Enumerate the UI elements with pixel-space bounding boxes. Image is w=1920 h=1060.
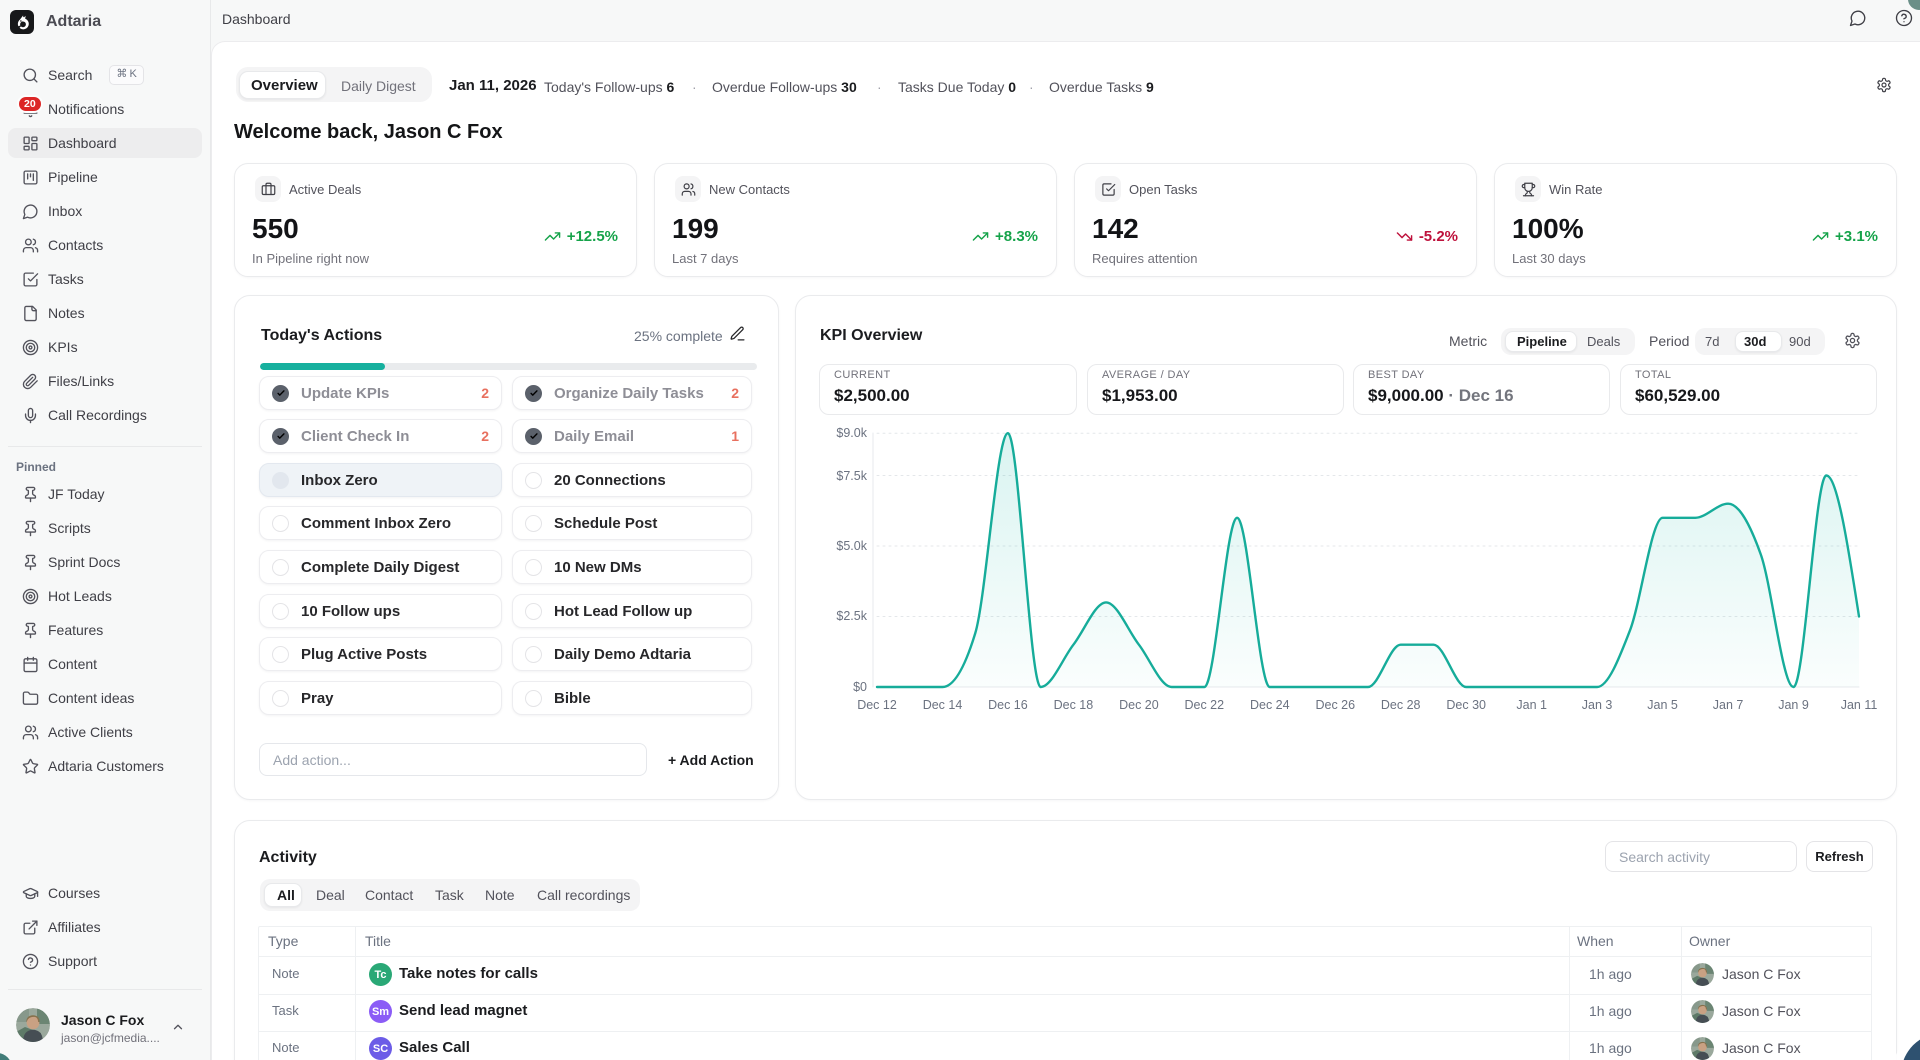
svg-text:Dec 22: Dec 22: [1184, 698, 1224, 712]
svg-text:$2.5k: $2.5k: [836, 609, 867, 623]
svg-text:Dec 24: Dec 24: [1250, 698, 1290, 712]
svg-text:Dec 26: Dec 26: [1315, 698, 1355, 712]
svg-text:Dec 20: Dec 20: [1119, 698, 1159, 712]
svg-text:Jan 11: Jan 11: [1841, 698, 1878, 712]
svg-text:$9.0k: $9.0k: [836, 426, 867, 440]
svg-text:Dec 28: Dec 28: [1381, 698, 1421, 712]
svg-text:Jan 1: Jan 1: [1516, 698, 1547, 712]
svg-text:$7.5k: $7.5k: [836, 469, 867, 483]
svg-text:Dec 30: Dec 30: [1446, 698, 1486, 712]
svg-text:$5.0k: $5.0k: [836, 539, 867, 553]
svg-text:Dec 14: Dec 14: [923, 698, 963, 712]
svg-text:Dec 16: Dec 16: [988, 698, 1028, 712]
svg-text:Jan 3: Jan 3: [1582, 698, 1613, 712]
svg-text:Dec 18: Dec 18: [1054, 698, 1094, 712]
svg-text:Jan 7: Jan 7: [1713, 698, 1744, 712]
svg-text:Jan 9: Jan 9: [1778, 698, 1809, 712]
svg-text:Jan 5: Jan 5: [1647, 698, 1678, 712]
svg-text:Dec 12: Dec 12: [857, 698, 897, 712]
svg-text:$0: $0: [853, 680, 867, 694]
